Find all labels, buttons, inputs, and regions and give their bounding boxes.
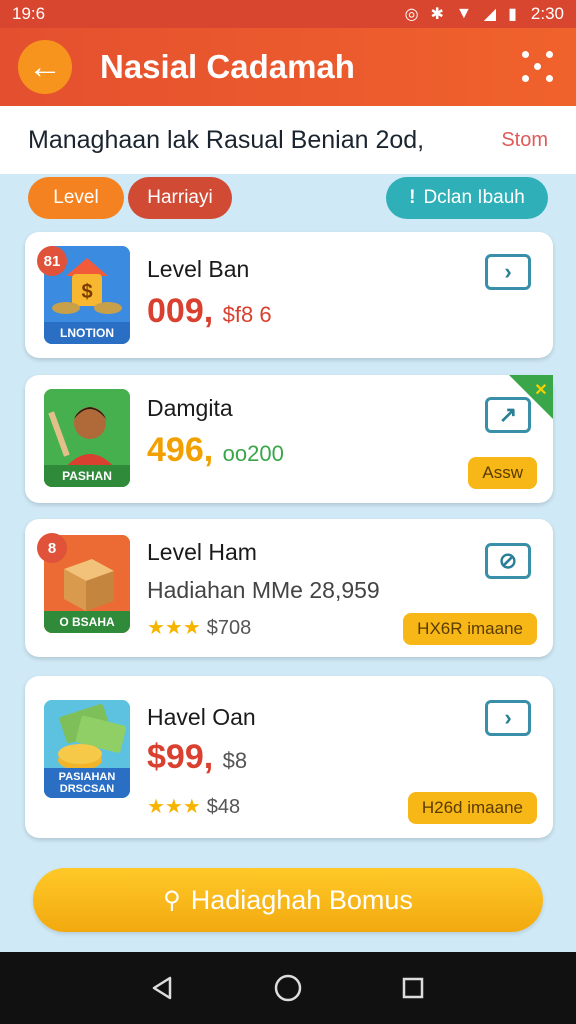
rating: ★★★ $708 [147, 615, 251, 640]
status-icons: ◎ ✱ ▼ ◢ ▮ [405, 4, 517, 24]
card-thumbnail: PASIAHAN DRSCSAN [44, 700, 130, 798]
edit-button[interactable]: ⊘ [485, 543, 531, 579]
status-bar: 19:6 ◎ ✱ ▼ ◢ ▮ 2:30 [0, 0, 576, 28]
chip-hadiah[interactable]: Harriayi [128, 177, 232, 219]
back-button[interactable]: ← [18, 40, 72, 94]
card-price: 009, $f8 6 [147, 292, 272, 331]
price-rest: $8 [222, 748, 248, 773]
card-price: 496, oo200 [147, 431, 284, 470]
battery-icon: ▮ [508, 6, 517, 23]
list-item[interactable]: PASHAN Damgita 496, oo200 ↗ ✕ Assw [25, 375, 553, 503]
status-pill[interactable]: H26d imaane [407, 792, 537, 824]
nav-home-button[interactable] [268, 968, 308, 1008]
rating-value: $48 [206, 796, 241, 818]
bonus-button[interactable]: ⚲ Hadiaghah Bomus [33, 868, 543, 932]
circle-home-icon [274, 974, 302, 1002]
slash-icon: ⊘ [498, 548, 518, 573]
price-rest: oo200 [222, 441, 284, 466]
chip-level[interactable]: Level [28, 177, 124, 219]
price-rest: $f8 6 [222, 302, 272, 327]
price-main: 009, [147, 292, 214, 330]
svg-text:$: $ [81, 281, 92, 303]
list-item[interactable]: O BSAHA 8 Level Ham Hadiahan MMe 28,959 … [25, 519, 553, 657]
bluetooth-icon: ✱ [430, 6, 444, 23]
signal-icon: ◢ [483, 6, 497, 23]
open-button[interactable]: › [485, 254, 531, 290]
chip-teal-label: Dclan Ibauh [423, 187, 525, 208]
svg-text:✕: ✕ [534, 382, 547, 399]
bonus-button-label: Hadiaghah Bomus [190, 884, 413, 915]
list-item[interactable]: $ LNOTION 81 Level Ban 009, $f8 6 › [25, 232, 553, 358]
card-title: Level Ham [147, 539, 257, 565]
subheader-link[interactable]: Stom [501, 129, 548, 152]
card-title: Damgita [147, 395, 233, 421]
wifi-icon: ▼ [455, 5, 472, 22]
open-button[interactable]: › [485, 700, 531, 736]
card-subtitle: Hadiahan MMe 28,959 [147, 577, 380, 603]
app-bar: ← Nasial Cadamah [0, 28, 576, 106]
star-icon: ★★★ [147, 617, 201, 639]
rating-value: $708 [206, 617, 252, 639]
list-item[interactable]: PASIAHAN DRSCSAN Havel Oan $99, $8 ★★★ $4… [25, 676, 553, 838]
search-icon: ⚲ [163, 886, 181, 914]
chip-teal[interactable]: ! Dclan Ibauh [386, 177, 548, 219]
card-title: Level Ban [147, 256, 250, 282]
star-icon: ★★★ [147, 796, 201, 818]
triangle-back-icon [152, 976, 171, 1000]
arrow-left-icon: ← [28, 47, 62, 86]
info-icon: ! [409, 187, 416, 208]
card-badge: 8 [37, 533, 67, 563]
rating: ★★★ $48 [147, 794, 240, 819]
card-tag: PASHAN [44, 465, 130, 487]
card-title: Havel Oan [147, 704, 256, 730]
square-recents-icon [403, 977, 424, 999]
price-main: 496, [147, 431, 214, 469]
more-options-button[interactable] [518, 47, 558, 87]
status-pill[interactable]: HX6R imaane [403, 613, 537, 645]
price-main: $99, [147, 738, 214, 776]
card-thumbnail: PASHAN [44, 389, 130, 487]
alarm-icon: ◎ [404, 6, 419, 23]
nav-back-button[interactable] [143, 968, 183, 1008]
filter-chips: Level Harriayi ! Dclan Ibauh [0, 176, 576, 220]
subheader-text: Managhaan lak Rasual Benian 2od, [28, 125, 425, 154]
card-tag: PASIAHAN DRSCSAN [44, 768, 130, 798]
status-clock: 2:30 [530, 4, 564, 23]
subheader: Managhaan lak Rasual Benian 2od, Stom [0, 106, 576, 174]
chevron-right-icon: › [504, 705, 512, 730]
card-tag: LNOTION [44, 322, 130, 344]
card-tag: O BSAHA [44, 611, 130, 633]
status-pill[interactable]: Assw [468, 457, 537, 489]
status-time: 19:6 [12, 4, 46, 23]
corner-ribbon-icon: ✕ [509, 375, 553, 419]
nav-recents-button[interactable] [393, 968, 433, 1008]
card-badge: 81 [37, 246, 67, 276]
system-nav-bar [0, 952, 576, 1024]
chevron-right-icon: › [504, 259, 512, 284]
page-title: Nasial Cadamah [100, 48, 355, 85]
card-price: $99, $8 [147, 738, 247, 777]
